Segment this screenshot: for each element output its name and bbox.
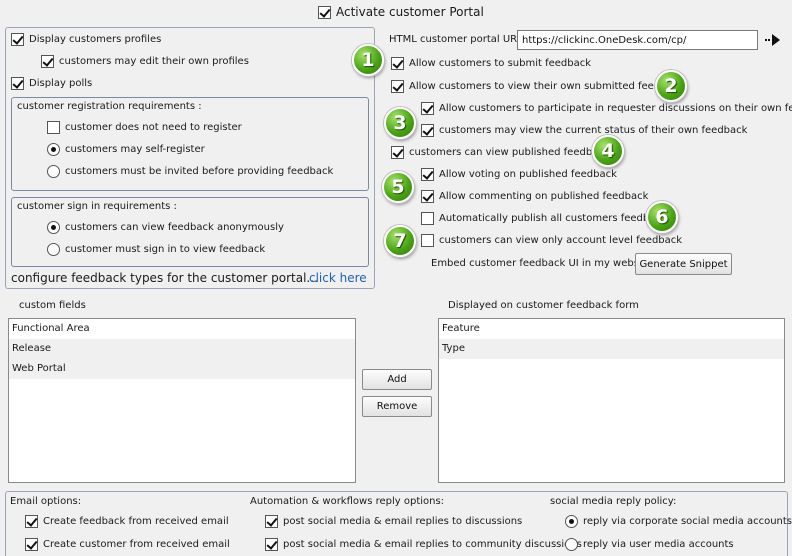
email-options-title: Email options: [10, 496, 82, 507]
self-register-label: customers may self-register [65, 144, 205, 155]
list-item[interactable]: Functional Area [9, 319, 355, 339]
post-discussions-checkbox[interactable] [265, 515, 278, 528]
self-register-radio[interactable] [47, 143, 60, 156]
auto-publish-label: Automatically publish all customers feed… [439, 213, 667, 224]
step-badge-2: 2 [655, 70, 687, 102]
participate-label: Allow customers to participate in reques… [439, 103, 792, 114]
step-badge-7: 7 [384, 225, 416, 257]
anonymous-radio[interactable] [47, 221, 60, 234]
must-sign-in-label: customer must sign in to view feedback [65, 244, 266, 255]
must-sign-in-radio[interactable] [47, 243, 60, 256]
participate-checkbox[interactable] [421, 102, 434, 115]
edit-profiles-checkbox[interactable] [41, 55, 54, 68]
reply-user-radio[interactable] [565, 538, 578, 551]
click-here-link[interactable]: click here [309, 271, 367, 285]
list-item[interactable]: Feature [439, 319, 784, 339]
account-level-checkbox[interactable] [421, 234, 434, 247]
post-community-label: post social media & email replies to com… [283, 539, 582, 550]
display-polls-checkbox[interactable] [11, 77, 24, 90]
step-badge-5: 5 [382, 171, 414, 203]
allow-voting-label: Allow voting on published feedback [439, 169, 617, 180]
view-status-checkbox[interactable] [421, 124, 434, 137]
portal-url-input[interactable] [517, 30, 758, 50]
activate-portal-label: Activate customer Portal [336, 5, 484, 19]
list-item[interactable]: Type [439, 339, 784, 359]
create-customer-label: Create customer from received email [43, 539, 230, 550]
allow-submit-checkbox[interactable] [391, 57, 404, 70]
allow-commenting-checkbox[interactable] [421, 190, 434, 203]
sign-in-title: customer sign in requirements : [17, 201, 177, 212]
allow-commenting-label: Allow commenting on published feedback [439, 191, 649, 202]
step-badge-3: 3 [384, 107, 416, 139]
automation-title: Automation & workflows reply options: [250, 496, 445, 507]
account-level-label: customers can view only account level fe… [439, 235, 683, 246]
view-own-checkbox[interactable] [391, 80, 404, 93]
reply-corporate-label: reply via corporate social media account… [583, 516, 792, 527]
create-customer-checkbox[interactable] [25, 538, 38, 551]
activate-portal-checkbox[interactable] [318, 6, 331, 19]
view-published-checkbox[interactable] [391, 146, 404, 159]
edit-profiles-label: customers may edit their own profiles [59, 56, 249, 67]
add-button[interactable]: Add [362, 369, 432, 390]
allow-submit-label: Allow customers to submit feedback [409, 58, 592, 69]
reply-user-label: reply via user media accounts [583, 539, 734, 550]
registration-title: customer registration requirements : [17, 101, 202, 112]
url-label: HTML customer portal URL: [389, 34, 527, 45]
step-badge-4: 4 [592, 135, 624, 167]
allow-voting-checkbox[interactable] [421, 168, 434, 181]
no-register-checkbox[interactable] [47, 121, 60, 134]
list-item[interactable]: Release [9, 339, 355, 359]
view-published-label: customers can view published feedback [409, 147, 610, 158]
anonymous-label: customers can view feedback anonymously [65, 222, 284, 233]
auto-publish-checkbox[interactable] [421, 212, 434, 225]
custom-fields-list[interactable]: Functional Area Release Web Portal [8, 318, 356, 483]
social-policy-title: social media reply policy: [550, 496, 677, 507]
arrow-right-icon[interactable] [764, 31, 782, 49]
post-community-checkbox[interactable] [265, 538, 278, 551]
displayed-fields-list[interactable]: Feature Type [438, 318, 785, 483]
no-register-label: customer does not need to register [65, 122, 242, 133]
reply-corporate-radio[interactable] [565, 515, 578, 528]
list-item[interactable]: Web Portal [9, 359, 355, 379]
display-profiles-checkbox[interactable] [11, 33, 24, 46]
embed-label: Embed customer feedback UI in my website… [431, 258, 656, 269]
display-polls-label: Display polls [29, 78, 93, 89]
post-discussions-label: post social media & email replies to dis… [283, 516, 523, 527]
custom-fields-title: custom fields [19, 300, 86, 311]
step-badge-6: 6 [646, 201, 678, 233]
view-status-label: customers may view the current status of… [439, 125, 748, 136]
create-feedback-label: Create feedback from received email [43, 516, 229, 527]
generate-snippet-button[interactable]: Generate Snippet [635, 253, 732, 275]
remove-button[interactable]: Remove [362, 396, 432, 417]
view-own-label: Allow customers to view their own submit… [409, 81, 684, 92]
invited-label: customers must be invited before providi… [65, 166, 334, 177]
create-feedback-checkbox[interactable] [25, 515, 38, 528]
configure-feedback-text: configure feedback types for the custome… [11, 271, 318, 285]
step-badge-1: 1 [352, 44, 384, 76]
invited-radio[interactable] [47, 165, 60, 178]
displayed-fields-title: Displayed on customer feedback form [448, 300, 639, 311]
display-profiles-label: Display customers profiles [29, 34, 162, 45]
